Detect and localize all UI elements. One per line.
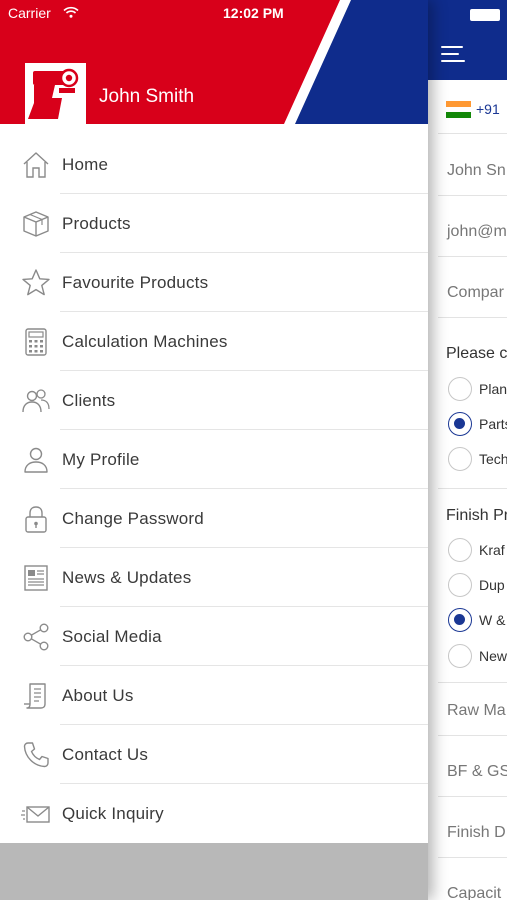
user-name: John Smith bbox=[99, 86, 195, 107]
lock-icon bbox=[25, 505, 47, 533]
menu-label: Home bbox=[62, 154, 109, 174]
menu-label: News & Updates bbox=[62, 567, 192, 587]
menu-label: Favourite Products bbox=[62, 272, 209, 292]
section-title: Please c bbox=[446, 345, 507, 362]
radio-plan[interactable] bbox=[448, 377, 472, 401]
status-carrier: Carrier bbox=[8, 5, 51, 21]
star-icon bbox=[22, 268, 50, 295]
radio-w[interactable] bbox=[448, 608, 472, 632]
phone-code[interactable]: +91 bbox=[476, 101, 500, 117]
menu-item-social-media[interactable]: Social Media bbox=[0, 607, 428, 666]
radio-kraft[interactable] bbox=[448, 538, 472, 562]
menu-item-contact-us[interactable]: Contact Us bbox=[0, 725, 428, 784]
radio-parts[interactable] bbox=[448, 412, 472, 436]
menu-label: Products bbox=[62, 213, 131, 233]
divider bbox=[438, 195, 507, 196]
battery-icon bbox=[470, 9, 500, 21]
divider bbox=[438, 317, 507, 318]
users-icon bbox=[22, 388, 50, 412]
menu-label: Clients bbox=[62, 390, 116, 410]
status-time: 12:02 PM bbox=[223, 5, 284, 21]
radio-label: Plan bbox=[479, 381, 507, 397]
box-icon bbox=[23, 210, 49, 237]
drawer-header: Carrier 12:02 PM John Smith bbox=[0, 0, 428, 124]
radio-label: Tech bbox=[479, 451, 507, 467]
menu-item-about-us[interactable]: About Us bbox=[0, 666, 428, 725]
radio-tech[interactable] bbox=[448, 447, 472, 471]
menu-item-clients[interactable]: Clients bbox=[0, 371, 428, 430]
share-icon bbox=[23, 623, 49, 651]
user-icon bbox=[24, 447, 48, 473]
menu-label: Social Media bbox=[62, 626, 162, 646]
divider bbox=[438, 682, 507, 683]
menu-label: Calculation Machines bbox=[62, 331, 228, 351]
divider bbox=[438, 256, 507, 257]
divider bbox=[438, 133, 507, 134]
radio-label: Dup bbox=[479, 577, 505, 593]
divider bbox=[438, 735, 507, 736]
menu-item-news-updates[interactable]: News & Updates bbox=[0, 548, 428, 607]
radio-label: Parts bbox=[479, 416, 507, 432]
phone-icon bbox=[23, 741, 49, 767]
radio-label: W & bbox=[479, 612, 506, 628]
company-logo bbox=[25, 63, 86, 124]
menu-item-products[interactable]: Products bbox=[0, 194, 428, 253]
menu-item-quick-inquiry[interactable]: Quick Inquiry bbox=[0, 784, 428, 843]
document-icon bbox=[24, 682, 46, 709]
company-input[interactable]: Compar bbox=[447, 284, 504, 302]
calculator-icon bbox=[25, 327, 47, 356]
menu-label: Change Password bbox=[62, 508, 204, 528]
capacity-input[interactable]: Capacit bbox=[447, 885, 501, 900]
india-flag-icon[interactable] bbox=[446, 101, 471, 118]
menu-label: Quick Inquiry bbox=[62, 803, 164, 823]
drawer-footer bbox=[0, 843, 428, 900]
form-header bbox=[428, 0, 507, 80]
menu-label: My Profile bbox=[62, 449, 140, 469]
name-input[interactable]: John Sn bbox=[447, 162, 506, 180]
divider bbox=[438, 796, 507, 797]
newspaper-icon bbox=[24, 564, 48, 591]
menu-label: Contact Us bbox=[62, 744, 149, 764]
menu-item-change-password[interactable]: Change Password bbox=[0, 489, 428, 548]
menu-item-favourite-products[interactable]: Favourite Products bbox=[0, 253, 428, 312]
envelope-icon bbox=[21, 805, 50, 823]
menu-item-my-profile[interactable]: My Profile bbox=[0, 430, 428, 489]
radio-duplex[interactable] bbox=[448, 573, 472, 597]
section-title: Finish Pr bbox=[446, 507, 507, 524]
bf-gsm-input[interactable]: BF & GS bbox=[447, 763, 507, 781]
wifi-icon bbox=[63, 6, 79, 18]
finish-d-input[interactable]: Finish D bbox=[447, 824, 506, 842]
navigation-drawer: Carrier 12:02 PM John Smith Home Product… bbox=[0, 0, 428, 900]
menu-item-home[interactable]: Home bbox=[0, 135, 428, 194]
email-input[interactable]: john@m bbox=[447, 223, 507, 241]
background-form-panel: +91 John Sn john@m Compar Please c Plan … bbox=[428, 0, 507, 900]
divider bbox=[438, 857, 507, 858]
hamburger-menu-icon[interactable] bbox=[441, 46, 465, 62]
radio-label: Kraf bbox=[479, 542, 505, 558]
menu-item-calculation-machines[interactable]: Calculation Machines bbox=[0, 312, 428, 371]
radio-new[interactable] bbox=[448, 644, 472, 668]
menu-label: About Us bbox=[62, 685, 134, 705]
radio-label: New bbox=[479, 648, 507, 664]
raw-material-input[interactable]: Raw Ma bbox=[447, 702, 506, 720]
home-icon bbox=[23, 151, 49, 178]
divider bbox=[438, 488, 507, 489]
